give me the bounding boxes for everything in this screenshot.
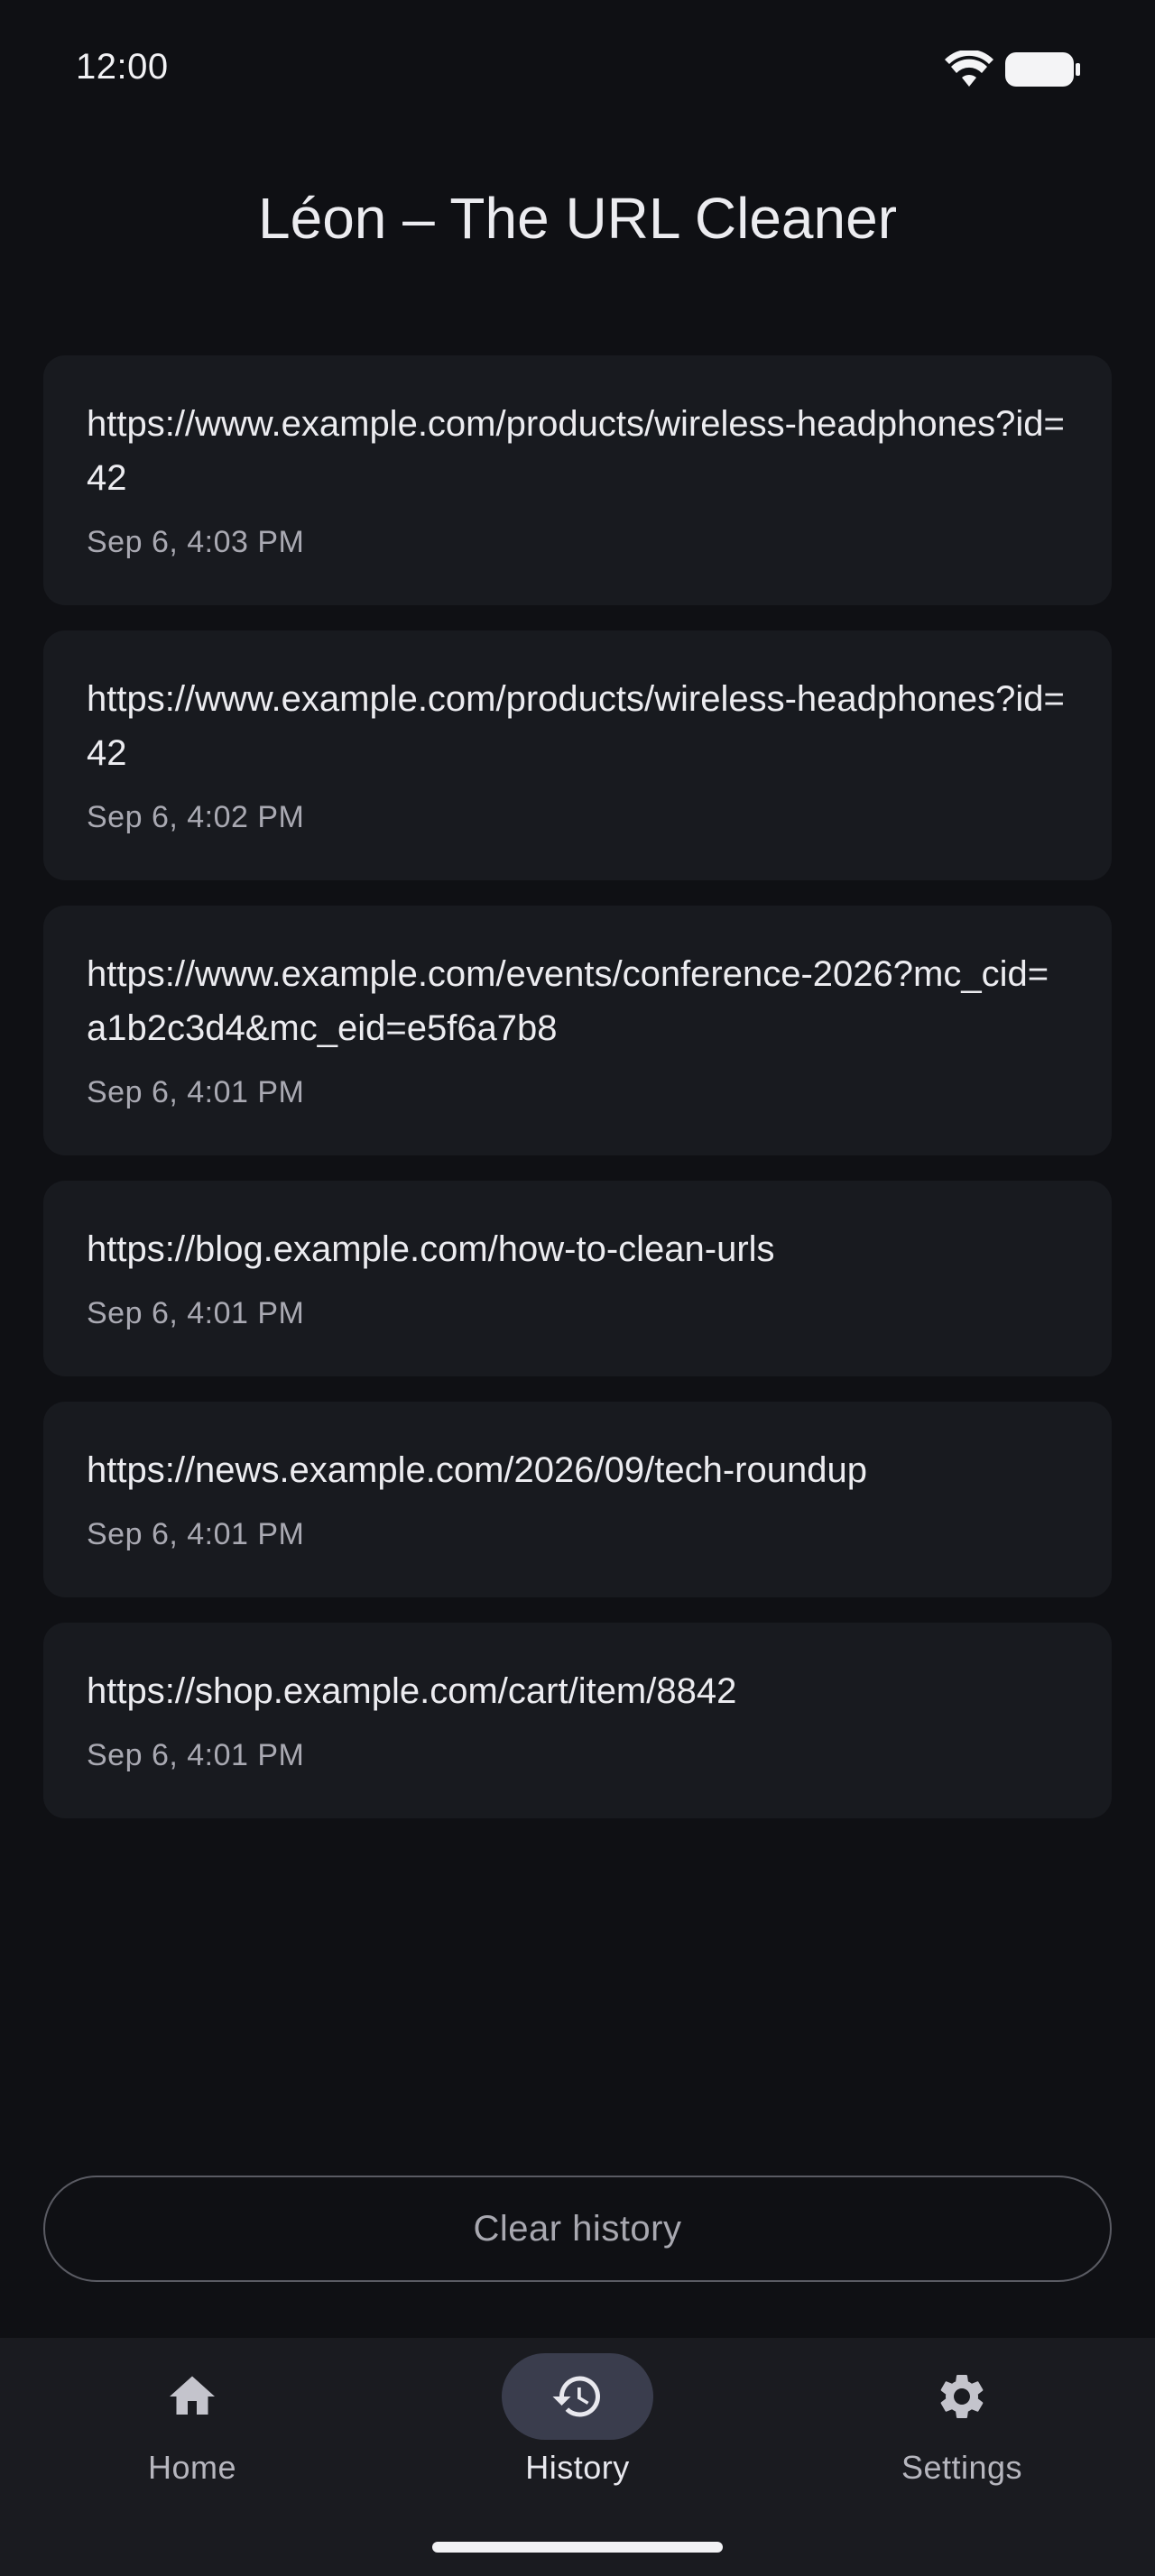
status-bar: 12:00 xyxy=(0,0,1155,135)
history-item[interactable]: https://www.example.com/products/wireles… xyxy=(43,355,1112,605)
history-item-time: Sep 6, 4:01 PM xyxy=(87,1075,305,1109)
history-item[interactable]: https://www.example.com/products/wireles… xyxy=(43,630,1112,880)
history-icon xyxy=(552,2376,600,2417)
nav-pill-settings xyxy=(886,2353,1038,2440)
history-item-url: https://blog.example.com/how-to-clean-ur… xyxy=(87,1229,775,1269)
nav-item-home[interactable]: Home xyxy=(0,2338,384,2518)
history-item-url: https://shop.example.com/cart/item/8842 xyxy=(87,1671,737,1711)
status-time: 12:00 xyxy=(76,47,169,87)
history-item[interactable]: https://www.example.com/events/conferenc… xyxy=(43,906,1112,1155)
history-item-url: https://www.example.com/events/conferenc… xyxy=(87,954,1049,1048)
nav-item-settings[interactable]: Settings xyxy=(770,2338,1154,2518)
history-item-time: Sep 6, 4:01 PM xyxy=(87,1517,305,1551)
bottom-navigation: Home History Settings xyxy=(0,2338,1155,2576)
nav-label-home: Home xyxy=(147,2449,237,2486)
home-icon xyxy=(170,2376,215,2415)
history-item-time: Sep 6, 4:01 PM xyxy=(87,1738,305,1772)
history-item[interactable]: https://shop.example.com/cart/item/8842 … xyxy=(43,1623,1112,1818)
history-list: https://www.example.com/products/wireles… xyxy=(43,355,1112,1844)
wifi-icon xyxy=(945,51,993,87)
nav-pill-home xyxy=(116,2353,268,2440)
history-item-url: https://news.example.com/2026/09/tech-ro… xyxy=(87,1450,867,1490)
clear-history-button[interactable]: Clear history xyxy=(43,2176,1112,2282)
nav-label-history: History xyxy=(525,2449,630,2486)
battery-icon xyxy=(1005,52,1080,87)
page-title: Léon – The URL Cleaner xyxy=(258,186,897,251)
nav-pill-history xyxy=(502,2353,653,2440)
history-item[interactable]: https://news.example.com/2026/09/tech-ro… xyxy=(43,1402,1112,1597)
home-indicator[interactable] xyxy=(432,2542,723,2553)
nav-item-history[interactable]: History xyxy=(385,2338,770,2518)
history-item-time: Sep 6, 4:01 PM xyxy=(87,1296,305,1330)
history-item-url: https://www.example.com/products/wireles… xyxy=(87,404,1065,498)
nav-label-settings: Settings xyxy=(901,2449,1023,2486)
history-item[interactable]: https://blog.example.com/how-to-clean-ur… xyxy=(43,1181,1112,1376)
gear-icon xyxy=(940,2375,984,2418)
history-item-url: https://www.example.com/products/wireles… xyxy=(87,679,1065,773)
history-item-time: Sep 6, 4:03 PM xyxy=(87,525,305,559)
history-item-time: Sep 6, 4:02 PM xyxy=(87,800,305,834)
